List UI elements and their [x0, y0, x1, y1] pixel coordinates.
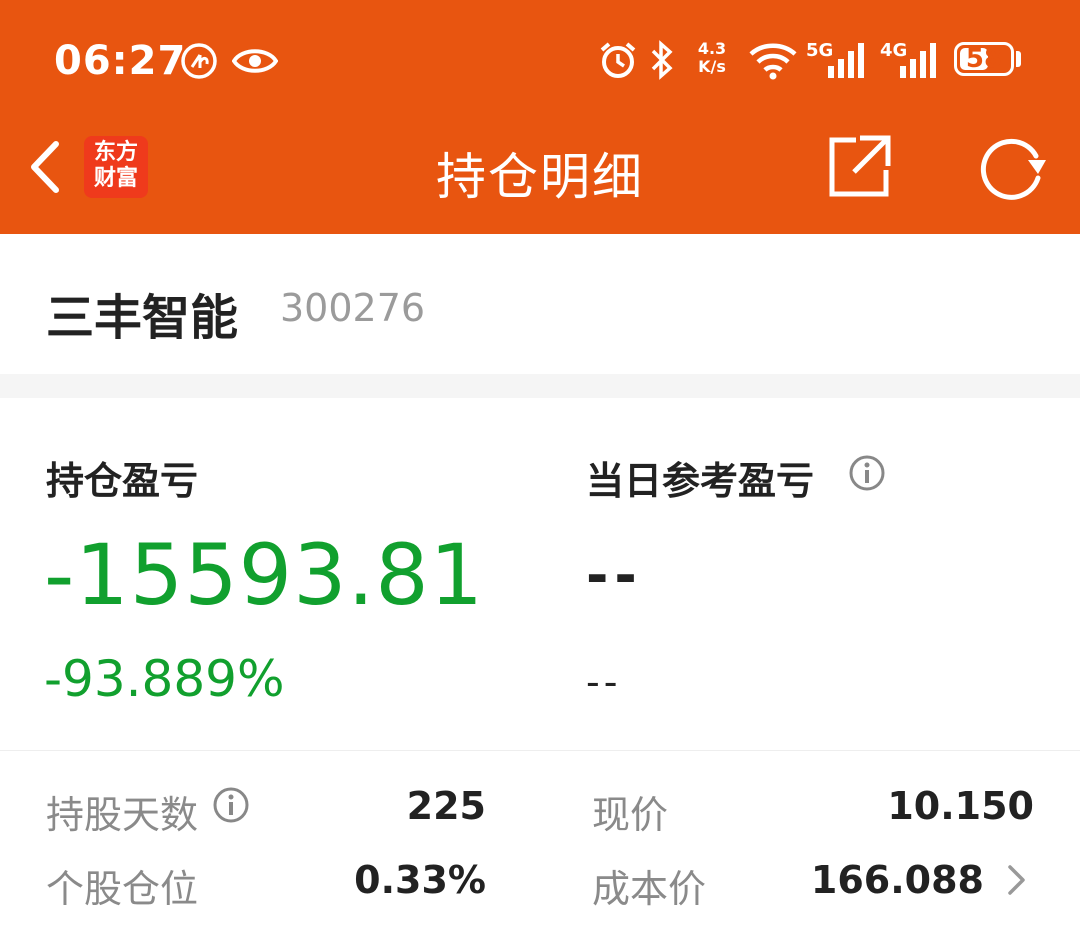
app-logo[interactable]: 东方 财富 [84, 136, 148, 198]
wifi-icon [749, 43, 797, 80]
battery-percent: 58 [965, 44, 1003, 74]
signal-bars-icon [900, 43, 936, 78]
refresh-button[interactable] [976, 134, 1050, 200]
cost-price-label: 成本价 [592, 867, 707, 911]
battery-icon: 58 [954, 42, 1014, 76]
holding-pl-value: -15593.81 [44, 526, 485, 624]
battery-tip [1016, 51, 1021, 67]
back-button[interactable] [20, 132, 70, 202]
alarm-icon [600, 42, 636, 78]
page-title: 持仓明细 [436, 148, 644, 206]
stock-code: 300276 [280, 286, 426, 330]
signal-bars-icon [828, 43, 864, 78]
row-divider [0, 750, 1080, 751]
current-price-label: 现价 [592, 793, 669, 837]
daily-pl-value: -- [586, 544, 643, 607]
stock-name: 三丰智能 [46, 290, 239, 346]
current-price-value: 10.150 [887, 784, 1034, 828]
status-time: 06:27 [54, 38, 187, 84]
cost-price-value: 166.088 [810, 858, 984, 902]
app-header: 06:27 4.3 K/s 5G 4G 58 东方 财富 持仓明细 [0, 0, 1080, 234]
eye-icon [232, 49, 278, 73]
share-button[interactable] [826, 134, 892, 200]
section-divider [0, 374, 1080, 398]
daily-pl-label: 当日参考盈亏 [586, 459, 815, 503]
holding-pl-percent: -93.889% [44, 650, 285, 708]
chevron-right-icon [1008, 865, 1025, 895]
position-label: 个股仓位 [46, 867, 199, 911]
position-value: 0.33% [354, 858, 486, 902]
info-icon[interactable] [848, 454, 886, 492]
holding-pl-label: 持仓盈亏 [46, 459, 199, 503]
daily-pl-percent: -- [586, 660, 622, 704]
info-icon[interactable] [212, 786, 250, 824]
hold-days-value: 225 [406, 784, 486, 828]
hold-days-label: 持股天数 [46, 793, 199, 837]
net-speed: 4.3 K/s [697, 39, 727, 76]
stock-header: 三丰智能 300276 [0, 234, 1080, 374]
bluetooth-icon [651, 40, 673, 80]
leaf-circle-icon [181, 43, 217, 79]
